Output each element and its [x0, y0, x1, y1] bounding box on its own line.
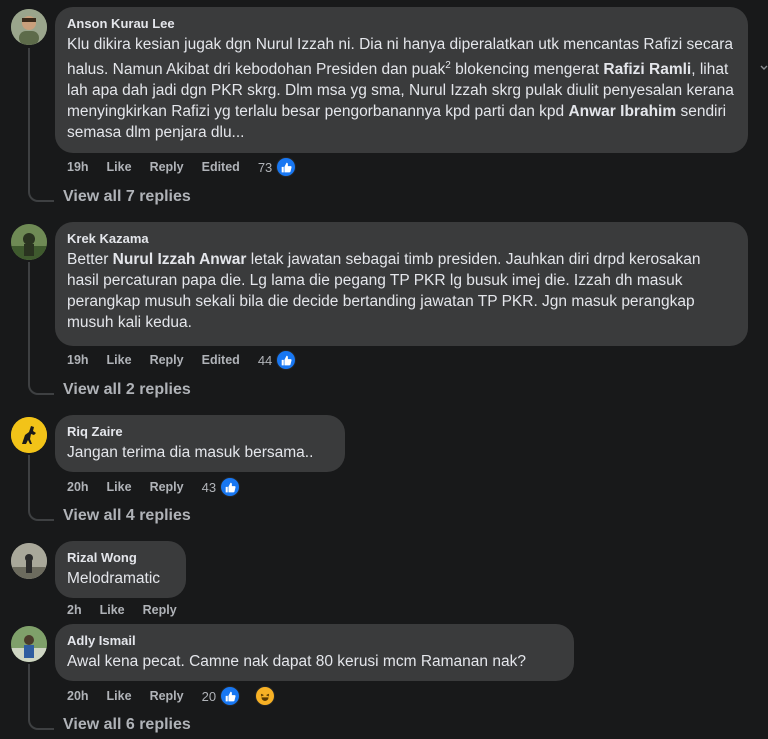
- reply-button[interactable]: Reply: [143, 603, 177, 617]
- comment-time[interactable]: 20h: [67, 480, 89, 494]
- like-button[interactable]: Like: [100, 603, 125, 617]
- view-replies-link[interactable]: View all 4 replies: [63, 507, 191, 525]
- reply-button[interactable]: Reply: [150, 160, 184, 174]
- comment-author[interactable]: Riq Zaire: [67, 424, 333, 440]
- comment-text: Jangan terima dia masuk bersama..: [67, 444, 314, 461]
- comment-time[interactable]: 20h: [67, 689, 89, 703]
- thread-line: [28, 664, 30, 714]
- comment-bubble: Rizal Wong Melodramatic: [55, 541, 186, 598]
- avatar[interactable]: [11, 224, 47, 260]
- reply-button[interactable]: Reply: [150, 689, 184, 703]
- edited-label: Edited: [201, 160, 240, 174]
- like-reaction-icon: [276, 350, 297, 370]
- thread-line: [28, 262, 30, 379]
- tagged-name[interactable]: Nurul Izzah Anwar: [113, 251, 247, 268]
- tagged-name[interactable]: Anwar Ibrahim: [568, 103, 676, 120]
- like-button[interactable]: Like: [107, 160, 132, 174]
- comment-actions: 19h Like Reply Edited 44: [67, 350, 314, 370]
- comment-time[interactable]: 19h: [67, 353, 89, 367]
- reaction-summary[interactable]: 43: [202, 477, 258, 497]
- comment-bubble: Riq Zaire Jangan terima dia masuk bersam…: [55, 415, 345, 472]
- thread-connector: [28, 505, 54, 521]
- reaction-count: 43: [201, 479, 217, 495]
- comment-time[interactable]: 2h: [67, 603, 82, 617]
- view-replies-link[interactable]: View all 7 replies: [63, 188, 191, 206]
- comment-text: Klu dikira kesian jugak dgn Nurul Izzah …: [67, 36, 734, 142]
- reply-button[interactable]: Reply: [150, 353, 184, 367]
- thread-connector: [28, 186, 54, 202]
- thread-line: [28, 455, 30, 505]
- comment-author[interactable]: Krek Kazama: [67, 231, 736, 247]
- comment-time[interactable]: 19h: [67, 160, 89, 174]
- scrollbar[interactable]: [760, 60, 768, 80]
- reaction-summary[interactable]: 44: [258, 350, 314, 370]
- reply-button[interactable]: Reply: [150, 480, 184, 494]
- reaction-count: 73: [257, 159, 273, 175]
- avatar[interactable]: [11, 543, 47, 579]
- reaction-count: 20: [201, 688, 217, 704]
- haha-reaction-icon: [255, 686, 276, 706]
- comment-actions: 19h Like Reply Edited 73: [67, 157, 314, 177]
- comment-text: Melodramatic: [67, 570, 161, 587]
- avatar[interactable]: [11, 9, 47, 45]
- comment-author[interactable]: Anson Kurau Lee: [67, 16, 736, 32]
- avatar[interactable]: [11, 417, 47, 453]
- comment-actions: 20h Like Reply 20: [67, 686, 293, 706]
- like-button[interactable]: Like: [107, 689, 132, 703]
- thread-connector: [28, 379, 54, 395]
- like-reaction-icon: [276, 157, 297, 177]
- comment-author[interactable]: Rizal Wong: [67, 550, 174, 566]
- like-reaction-icon: [220, 686, 241, 706]
- like-reaction-icon: [220, 477, 241, 497]
- comment-bubble: Krek Kazama Better Nurul Izzah Anwar let…: [55, 222, 748, 346]
- reaction-summary[interactable]: 73: [258, 157, 314, 177]
- comment-actions: 2h Like Reply: [67, 601, 195, 619]
- reaction-count: 44: [257, 352, 273, 368]
- comment-text: Better Nurul Izzah Anwar letak jawatan s…: [67, 251, 701, 331]
- avatar[interactable]: [11, 626, 47, 662]
- comment-actions: 20h Like Reply 43: [67, 477, 258, 497]
- comment-bubble: Adly Ismail Awal kena pecat. Camne nak d…: [55, 624, 574, 681]
- thread-line: [28, 48, 30, 186]
- thread-connector: [28, 714, 54, 730]
- reaction-summary[interactable]: 20: [202, 686, 293, 706]
- comment-author[interactable]: Adly Ismail: [67, 633, 562, 649]
- tagged-name[interactable]: Rafizi Ramli: [603, 61, 691, 78]
- like-button[interactable]: Like: [107, 353, 132, 367]
- view-replies-link[interactable]: View all 6 replies: [63, 716, 191, 734]
- edited-label: Edited: [201, 353, 240, 367]
- comment-text: Awal kena pecat. Camne nak dapat 80 keru…: [67, 653, 526, 670]
- comment-bubble: Anson Kurau Lee Klu dikira kesian jugak …: [55, 7, 748, 153]
- like-button[interactable]: Like: [107, 480, 132, 494]
- view-replies-link[interactable]: View all 2 replies: [63, 381, 191, 399]
